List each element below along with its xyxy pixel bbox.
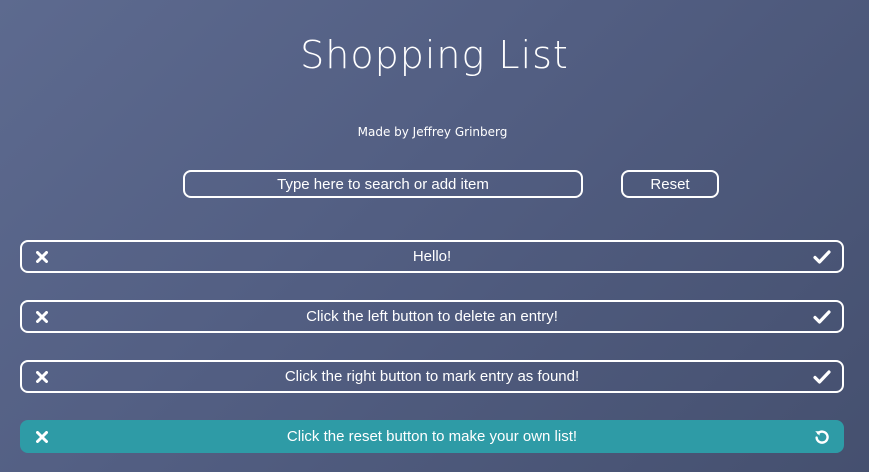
mark-found-button[interactable]: [804, 302, 840, 331]
shopping-list: Hello! Click the left button to delete a…: [20, 240, 844, 472]
list-item: Hello!: [20, 240, 844, 273]
mark-found-button[interactable]: [804, 242, 840, 271]
close-icon: [36, 310, 48, 323]
byline: Made by Jeffrey Grinberg: [357, 125, 508, 139]
delete-button[interactable]: [24, 362, 60, 391]
item-text: Click the right button to mark entry as …: [284, 368, 580, 385]
item-text: Hello!: [412, 248, 452, 265]
list-item: Click the left button to delete an entry…: [20, 300, 844, 333]
delete-button[interactable]: [24, 302, 60, 331]
delete-button[interactable]: [24, 242, 60, 271]
check-icon: [813, 309, 831, 324]
item-text: Click the left button to delete an entry…: [306, 308, 558, 325]
mark-found-button[interactable]: [804, 362, 840, 391]
close-icon: [36, 370, 48, 383]
page-title: Shopping List: [300, 33, 569, 77]
undo-button[interactable]: [804, 422, 840, 451]
close-icon: [36, 430, 48, 443]
check-icon: [813, 369, 831, 384]
item-text: Click the reset button to make your own …: [286, 428, 578, 445]
search-input[interactable]: [183, 170, 583, 198]
undo-icon: [815, 429, 829, 444]
list-item: Click the right button to mark entry as …: [20, 360, 844, 393]
reset-button[interactable]: Reset: [621, 170, 719, 198]
close-icon: [36, 250, 48, 263]
list-item-found: Click the reset button to make your own …: [20, 420, 844, 453]
delete-button[interactable]: [24, 422, 60, 451]
check-icon: [813, 249, 831, 264]
